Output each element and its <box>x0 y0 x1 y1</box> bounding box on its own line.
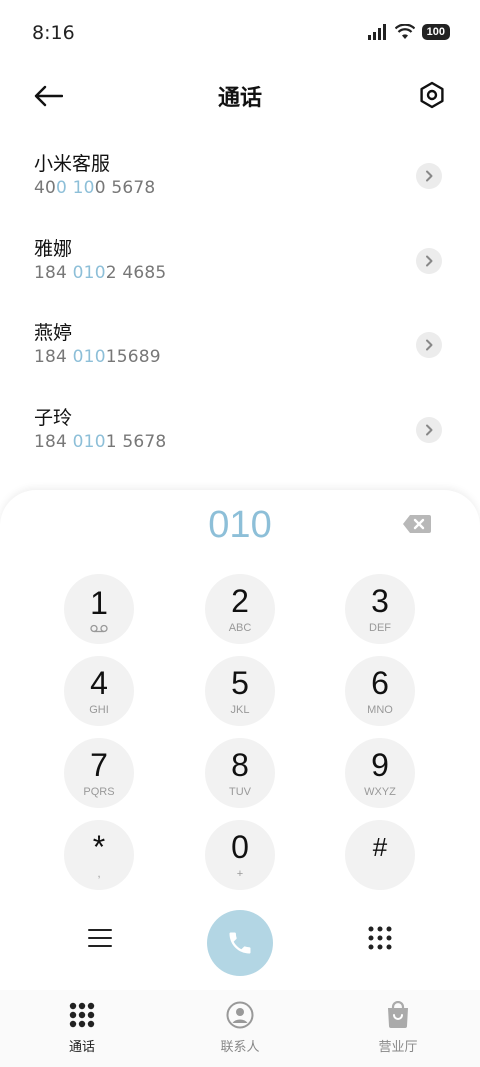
contact-row[interactable]: 子玲 184 0101 5678 <box>0 386 480 471</box>
chevron-right-icon <box>426 170 433 182</box>
backspace-icon <box>403 515 431 533</box>
menu-button[interactable] <box>82 920 118 956</box>
key-digit: 1 <box>90 584 108 621</box>
person-icon <box>226 1001 254 1029</box>
key-2[interactable]: 2 ABC <box>205 574 275 644</box>
key-letters: ABC <box>228 621 252 634</box>
nav-store[interactable]: 营业厅 <box>348 1000 448 1055</box>
header: 通话 <box>0 68 480 124</box>
key-digit: 3 <box>371 582 389 619</box>
key-letters: DEF <box>369 621 391 634</box>
chevron-right-icon <box>426 424 433 435</box>
key-letters: , <box>97 867 101 880</box>
key-digit: 7 <box>90 746 108 783</box>
backspace-button[interactable] <box>402 514 434 536</box>
phone-icon <box>229 932 251 954</box>
contact-row[interactable]: 雅娜 184 0102 4685 <box>0 217 480 302</box>
contact-number: 184 0102 4685 <box>34 262 167 283</box>
key-3[interactable]: 3 DEF <box>345 574 415 644</box>
key-star[interactable]: * , <box>64 820 134 890</box>
voicemail-icon <box>90 624 108 632</box>
key-letters: TUV <box>229 785 251 798</box>
dialpad-toggle-button[interactable] <box>362 920 398 956</box>
key-8[interactable]: 8 TUV <box>205 738 275 808</box>
chevron-right-icon <box>426 255 433 266</box>
dialpad-grid-icon <box>69 1002 95 1028</box>
nav-contacts[interactable]: 联系人 <box>190 1000 290 1055</box>
key-hash[interactable]: # <box>345 820 415 890</box>
dialpad-panel: 010 1 2 ABC 3 DEF 4 GHI 5 JKL 6 MNO 7 PQ… <box>0 490 480 990</box>
bottom-nav: 通话 联系人 营业厅 <box>0 990 480 1067</box>
contact-number: 400 100 5678 <box>34 178 156 198</box>
key-digit: 4 <box>90 664 108 701</box>
contact-detail-button[interactable] <box>416 163 442 189</box>
key-5[interactable]: 5 JKL <box>205 656 275 726</box>
nav-calls[interactable]: 通话 <box>32 1000 132 1055</box>
nav-label: 营业厅 <box>378 1040 418 1055</box>
key-digit: 9 <box>371 746 389 783</box>
settings-button[interactable] <box>414 77 450 113</box>
status-bar: 8:16 100 <box>0 0 480 68</box>
key-digit: 2 <box>231 582 249 619</box>
contact-name: 雅娜 <box>34 237 73 260</box>
contact-detail-button[interactable] <box>416 247 442 274</box>
key-digit: * <box>92 828 106 865</box>
page-title: 通话 <box>217 86 262 111</box>
chevron-right-icon <box>426 339 433 351</box>
signal-icon <box>367 24 386 40</box>
wifi-icon <box>394 24 415 39</box>
battery-indicator: 100 <box>421 24 450 40</box>
nav-label: 通话 <box>68 1040 95 1055</box>
key-1[interactable]: 1 <box>64 574 134 644</box>
status-icons: 100 <box>367 24 450 40</box>
key-letters: MNO <box>367 703 393 716</box>
key-letters: + <box>236 867 244 880</box>
call-button[interactable] <box>207 910 273 976</box>
contact-name: 小米客服 <box>34 153 111 175</box>
contact-name: 子玲 <box>34 406 73 429</box>
key-letters: JKL <box>230 703 250 716</box>
status-time: 8:16 <box>32 22 75 44</box>
contact-number: 184 01015689 <box>34 347 161 367</box>
key-digit: 6 <box>371 664 389 701</box>
key-letters: WXYZ <box>364 785 396 798</box>
key-digit: 8 <box>231 746 249 783</box>
key-digit: # <box>372 831 388 862</box>
key-digit: 5 <box>231 664 249 701</box>
contact-detail-button[interactable] <box>416 332 442 358</box>
contact-number: 184 0101 5678 <box>34 431 167 452</box>
contact-list: 小米客服 400 100 5678 雅娜 184 0102 4685 燕婷 18… <box>0 132 480 470</box>
shopping-bag-icon <box>388 1001 408 1028</box>
gear-icon <box>420 81 444 109</box>
contact-name: 燕婷 <box>34 322 73 344</box>
key-9[interactable]: 9 WXYZ <box>345 738 415 808</box>
key-digit: 0 <box>231 828 249 865</box>
dialpad-grid-icon <box>368 926 392 950</box>
key-0[interactable]: 0 + <box>205 820 275 890</box>
contact-row[interactable]: 小米客服 400 100 5678 <box>0 132 480 217</box>
key-7[interactable]: 7 PQRS <box>64 738 134 808</box>
key-letters: PQRS <box>83 785 115 798</box>
key-4[interactable]: 4 GHI <box>64 656 134 726</box>
key-letters: GHI <box>89 703 109 716</box>
contact-detail-button[interactable] <box>416 416 442 443</box>
nav-label: 联系人 <box>220 1040 260 1055</box>
contact-row[interactable]: 燕婷 184 01015689 <box>0 301 480 386</box>
key-6[interactable]: 6 MNO <box>345 656 415 726</box>
menu-icon <box>88 929 112 947</box>
